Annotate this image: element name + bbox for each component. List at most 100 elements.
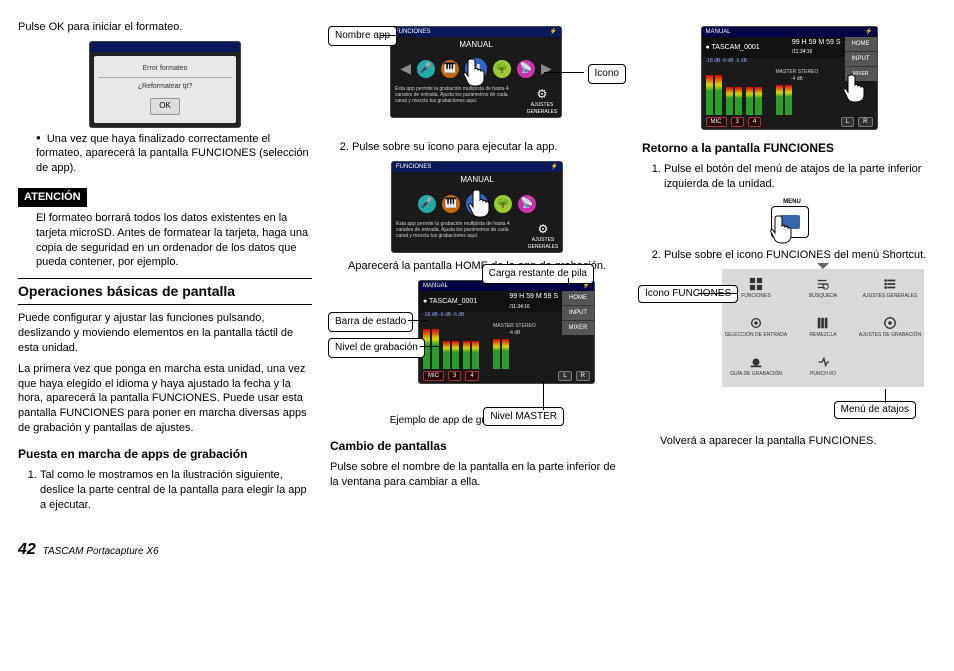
settings-link[interactable]: ⚙ AJUSTES GENERALES	[524, 219, 562, 253]
app-icon-music[interactable]: 🎹	[442, 195, 460, 213]
para-operaciones-2: La primera vez que ponga en marcha esta …	[18, 362, 312, 436]
app-description: Esta app permite la grabación multipista…	[392, 219, 524, 253]
sc-label: BÚSQUEDA	[809, 293, 837, 300]
sc-label: REMEZCLA	[809, 332, 836, 339]
heading-puesta: Puesta en marcha de apps de grabación	[18, 446, 312, 462]
step-4: Pulse sobre el icono FUNCIONES del menú …	[664, 248, 936, 263]
file-name: TASCAM_0001	[712, 44, 760, 51]
master-label: MASTER STEREO	[493, 323, 536, 330]
sc-label: SELECCIÓN DE ENTRADA	[725, 332, 788, 339]
sc-remezcla[interactable]: REMEZCLA	[790, 309, 856, 347]
nav-right-icon: ▶	[541, 59, 552, 78]
attention-label: ATENCIÓN	[18, 188, 87, 207]
menu-button[interactable]	[771, 206, 809, 238]
home-button[interactable]: HOME	[562, 291, 594, 305]
ch-3[interactable]: 3	[448, 371, 461, 381]
ch-l: L	[558, 371, 571, 381]
column-2: FUNCIONES⚡ MANUAL ◀ 🎤 🎹 M 🌳 📡 ▶ Esta app…	[330, 20, 624, 519]
mixer-button[interactable]: MIXER	[562, 321, 594, 335]
sc-label: AJUSTES GENERALES	[863, 293, 917, 300]
settings-label: AJUSTES GENERALES	[526, 237, 560, 251]
sc-ajustes-grab[interactable]: AJUSTES DE GRABACIÓN	[857, 309, 923, 347]
app-icon-field[interactable]: 🌳	[493, 60, 511, 78]
topbar-label: FUNCIONES	[396, 163, 431, 171]
steps-list-2: Pulse sobre su icono para ejecutar la ap…	[330, 140, 624, 155]
home-screenshot: MANUAL⚡ ● TASCAM_0001 99 H 59 M 59 S/11:…	[418, 280, 595, 384]
sc-label: PUNCH I/O	[810, 371, 836, 378]
dialog-title: Error formateo	[98, 64, 232, 73]
app-icon-manual[interactable]: M	[465, 58, 487, 80]
master-db: -4 dB	[776, 76, 819, 83]
topbar-label: MANUAL	[706, 28, 731, 36]
steps-list-1: Tal como le mostramos en la ilustración …	[18, 468, 312, 513]
sc-punch[interactable]: PUNCH I/O	[790, 348, 856, 386]
ch-r: R	[858, 117, 872, 127]
timer-total: /11:34:16	[509, 304, 529, 310]
ch-r: R	[576, 371, 590, 381]
master-label: MASTER STEREO	[776, 69, 819, 76]
sc-label: FUNCIONES	[741, 293, 770, 300]
ch-mic[interactable]: MIC	[706, 117, 727, 127]
topbar-label: MANUAL	[423, 282, 448, 290]
app-description: Esta app permite la grabación multipista…	[391, 84, 523, 118]
callout-icono-func: Icono FUNCIONES	[638, 285, 738, 303]
ch-mic[interactable]: MIC	[423, 371, 444, 381]
input-button[interactable]: INPUT	[562, 306, 594, 320]
bullet-list: Una vez que haya finalizado correctament…	[18, 132, 312, 177]
step-3: Pulse el botón del menú de atajos de la …	[664, 162, 936, 192]
settings-label: AJUSTES GENERALES	[525, 102, 559, 116]
para-volver: Volverá a aparecer la pantalla FUNCIONES…	[660, 434, 936, 449]
product-name: TASCAM Portacapture X6	[43, 546, 159, 557]
callout-nivel-m: Nivel MASTER	[483, 407, 564, 427]
para-cambio: Pulse sobre el nombre de la pantalla en …	[330, 460, 624, 490]
app-icon-manual[interactable]: M	[466, 193, 488, 215]
nav-left-icon: ◀	[400, 59, 411, 78]
ok-button[interactable]: OK	[150, 98, 180, 115]
step-2: Pulse sobre su icono para ejecutar la ap…	[352, 140, 624, 155]
app-icon-podcast[interactable]: 📡	[518, 195, 536, 213]
step-1: Tal como le mostramos en la ilustración …	[40, 468, 312, 513]
app-title: MANUAL	[392, 172, 562, 189]
callout-carga: Carga restante de pila	[482, 264, 594, 284]
sc-sel-entrada[interactable]: SELECCIÓN DE ENTRADA	[723, 309, 789, 347]
sc-busqueda[interactable]: BÚSQUEDA	[790, 270, 856, 308]
ch-4[interactable]: 4	[465, 371, 478, 381]
app-icon-podcast[interactable]: 📡	[517, 60, 535, 78]
app-icon-voice[interactable]: 🎤	[418, 195, 436, 213]
para-operaciones-1: Puede configurar y ajustar las funciones…	[18, 311, 312, 356]
sc-guia[interactable]: GUÍA DE GRABACIÓN	[723, 348, 789, 386]
settings-link[interactable]: ⚙ AJUSTES GENERALES	[523, 84, 561, 118]
ch-3[interactable]: 3	[731, 117, 744, 127]
dialog-msg: ¿Reformatear tjt?	[98, 82, 232, 91]
app-title: MANUAL	[391, 37, 561, 54]
ch-4[interactable]: 4	[748, 117, 761, 127]
column-1: Pulse OK para iniciar el formateo. Error…	[18, 20, 312, 519]
page-number: 42	[18, 541, 36, 558]
callout-barra: Barra de estado	[328, 312, 413, 332]
attention-body: El formateo borrará todos los datos exis…	[36, 211, 312, 270]
heading-retorno: Retorno a la pantalla FUNCIONES	[642, 140, 936, 156]
app-icon-music[interactable]: 🎹	[441, 60, 459, 78]
shortcut-menu: FUNCIONES BÚSQUEDA AJUSTES GENERALES SEL…	[722, 269, 924, 387]
timer: 99 H 59 M 59 S	[792, 39, 841, 46]
caption-manual: Ejemplo de app de grabación MANUAL	[330, 414, 624, 428]
home-button[interactable]: HOME	[845, 37, 877, 51]
callout-icono: Icono	[588, 64, 626, 84]
ch-l: L	[841, 117, 854, 127]
app-icon-field[interactable]: 🌳	[494, 195, 512, 213]
steps-list-4: Pulse sobre el icono FUNCIONES del menú …	[642, 248, 936, 263]
bullet-item: Una vez que haya finalizado correctament…	[36, 132, 312, 177]
app-icon-voice[interactable]: 🎤	[417, 60, 435, 78]
column-3: MANUAL⚡ ● TASCAM_0001 99 H 59 M 59 S/11:…	[642, 20, 936, 519]
timer-total: /11:34:16	[792, 49, 812, 55]
sc-label: GUÍA DE GRABACIÓN	[730, 371, 782, 378]
sc-label: AJUSTES DE GRABACIÓN	[859, 332, 921, 339]
input-button[interactable]: INPUT	[845, 52, 877, 66]
mixer-button[interactable]: MIXER	[845, 67, 877, 81]
file-name: TASCAM_0001	[429, 298, 477, 305]
sc-ajustes-gen[interactable]: AJUSTES GENERALES	[857, 270, 923, 308]
sc-empty	[857, 348, 923, 386]
master-db: -4 dB	[493, 330, 536, 337]
callout-menu-atajos: Menú de atajos	[834, 401, 916, 419]
heading-operaciones: Operaciones básicas de pantalla	[18, 278, 312, 305]
